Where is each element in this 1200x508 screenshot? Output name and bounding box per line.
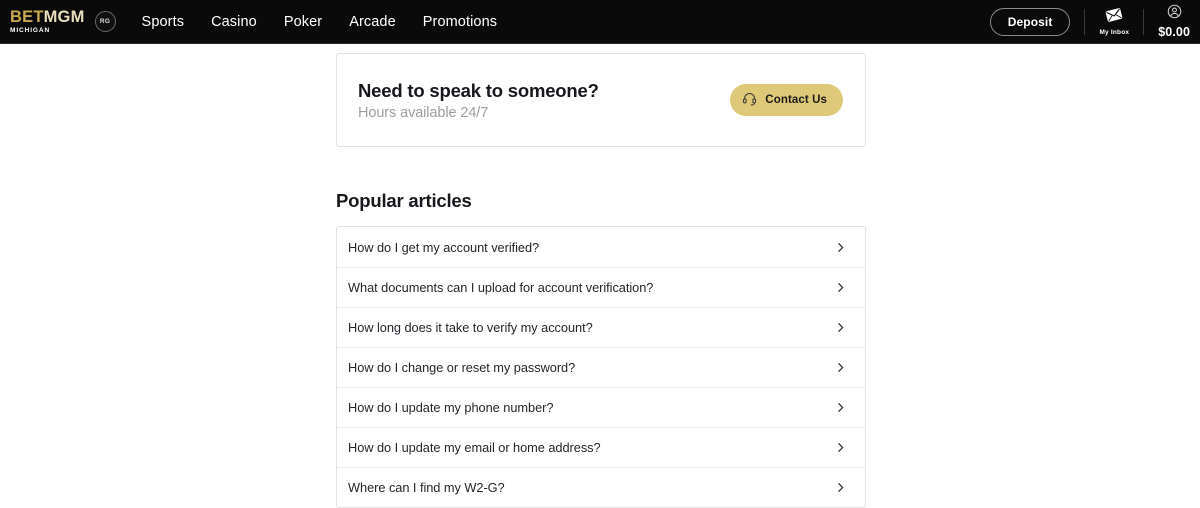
chevron-right-icon	[834, 241, 847, 254]
article-title: Where can I find my W2-G?	[348, 480, 505, 495]
my-inbox-label: My Inbox	[1099, 29, 1130, 36]
responsible-gaming-icon[interactable]: RG	[94, 11, 116, 32]
logo-state-text: MICHIGAN	[10, 26, 51, 34]
article-title: How do I update my phone number?	[348, 400, 554, 415]
contact-card-subtitle: Hours available 24/7	[358, 104, 489, 121]
balance-amount: $0.00	[1158, 25, 1190, 39]
list-item[interactable]: Where can I find my W2-G?	[337, 467, 865, 507]
logo-bet-text: BET	[10, 7, 44, 26]
chevron-right-icon	[834, 441, 847, 454]
contact-card-text: Need to speak to someone? Hours availabl…	[358, 79, 730, 120]
contact-support-card: Need to speak to someone? Hours availabl…	[336, 53, 866, 147]
article-title: How do I update my email or home address…	[348, 440, 601, 455]
contact-us-label: Contact Us	[765, 94, 827, 106]
header-actions: Deposit My Inbox $0.00	[989, 4, 1200, 39]
list-item[interactable]: How do I change or reset my password?	[337, 347, 865, 387]
article-title: How do I change or reset my password?	[348, 360, 576, 375]
chevron-right-icon	[834, 321, 847, 334]
list-item[interactable]: What documents can I upload for account …	[337, 267, 865, 307]
list-item[interactable]: How long does it take to verify my accou…	[337, 307, 865, 347]
contact-us-button[interactable]: Contact Us	[730, 84, 843, 116]
nav-item-promotions[interactable]: Promotions	[423, 14, 497, 30]
deposit-button[interactable]: Deposit	[989, 7, 1071, 36]
popular-articles-heading: Popular articles	[336, 190, 472, 211]
nav-item-arcade[interactable]: Arcade	[349, 14, 396, 30]
betmgm-logo[interactable]: BETMGM MICHIGAN	[10, 9, 85, 35]
nav-item-casino[interactable]: Casino	[211, 14, 257, 30]
brand-logo[interactable]: BETMGM MICHIGAN RG	[0, 9, 116, 35]
site-header: BETMGM MICHIGAN RG Sports Casino Poker A…	[0, 0, 1200, 44]
header-divider-2	[1143, 8, 1145, 35]
envelope-icon	[1104, 7, 1124, 28]
my-inbox-button[interactable]: My Inbox	[1099, 7, 1129, 36]
headset-icon	[742, 91, 757, 109]
page-main: Need to speak to someone? Hours availabl…	[0, 53, 1200, 508]
user-avatar-icon	[1167, 4, 1182, 24]
main-navigation: Sports Casino Poker Arcade Promotions	[142, 14, 498, 30]
content-column: Need to speak to someone? Hours availabl…	[336, 53, 866, 508]
chevron-right-icon	[834, 361, 847, 374]
article-title: What documents can I upload for account …	[348, 280, 654, 295]
list-item[interactable]: How do I update my phone number?	[337, 387, 865, 427]
chevron-right-icon	[834, 481, 847, 494]
header-divider	[1084, 8, 1086, 35]
list-item[interactable]: How do I update my email or home address…	[337, 427, 865, 467]
chevron-right-icon	[834, 401, 847, 414]
contact-card-title: Need to speak to someone?	[358, 80, 599, 102]
list-item[interactable]: How do I get my account verified?	[337, 227, 865, 267]
popular-articles-list: How do I get my account verified? What d…	[336, 226, 866, 508]
article-title: How do I get my account verified?	[348, 239, 540, 255]
article-title: How long does it take to verify my accou…	[348, 320, 593, 335]
chevron-right-icon	[834, 281, 847, 294]
logo-wordmark: BETMGM	[10, 9, 85, 26]
logo-mgm-text: MGM	[43, 7, 85, 26]
account-balance-button[interactable]: $0.00	[1158, 4, 1190, 39]
nav-item-poker[interactable]: Poker	[284, 14, 322, 30]
nav-item-sports[interactable]: Sports	[142, 14, 185, 30]
